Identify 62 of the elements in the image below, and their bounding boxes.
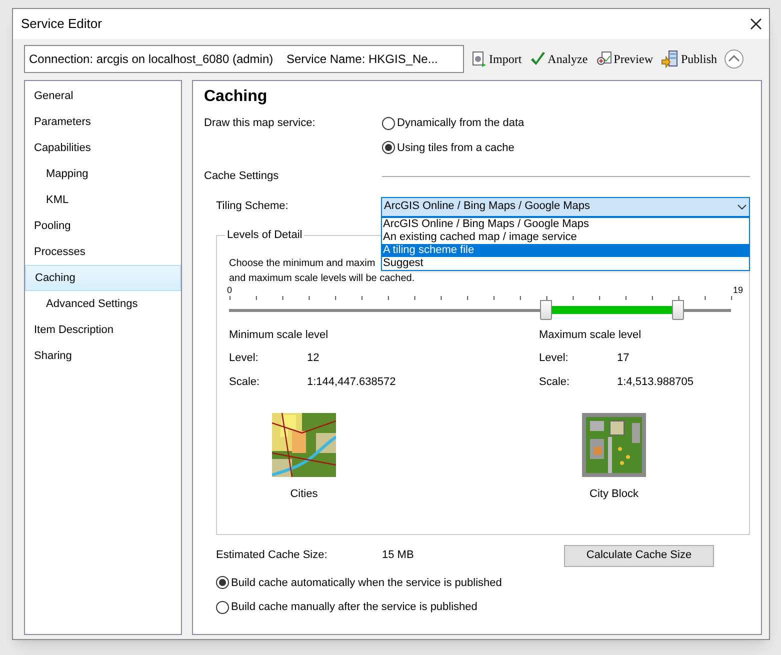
field-label: Scale: (229, 375, 261, 390)
close-icon[interactable] (749, 17, 763, 31)
server-arrow-icon (660, 50, 679, 68)
scale-value: 1:4,513.988705 (617, 375, 694, 390)
page-title: Caching (204, 87, 268, 107)
sidebar-item[interactable]: Sharing (25, 343, 181, 369)
estimate-label: Estimated Cache Size: (216, 548, 328, 564)
group-title: Levels of Detail (225, 228, 304, 242)
dropdown-option[interactable]: An existing cached map / image service (382, 230, 749, 244)
section-label: Cache Settings (204, 169, 280, 184)
chevron-down-icon (737, 204, 747, 210)
picture-caption: City Block (590, 486, 638, 502)
scale-value: 1:144,447.638572 (307, 375, 396, 390)
window-title: Service Editor (21, 15, 102, 34)
checkmark-icon (530, 51, 546, 67)
sidebar-item[interactable]: Processes (25, 239, 181, 265)
dropdown-option[interactable]: A tiling scheme file (382, 244, 749, 256)
picture-caption: Cities (290, 486, 318, 502)
sidebar-item[interactable]: Parameters (25, 109, 181, 135)
field-label: Scale: (539, 375, 571, 390)
sidebar-item[interactable]: Caching (25, 265, 181, 291)
preview-button[interactable]: Preview (594, 50, 654, 68)
tick-label: 19 (732, 284, 743, 296)
analyze-button[interactable]: Analyze (528, 50, 589, 68)
slider-thumb[interactable] (540, 300, 552, 320)
dropdown-option[interactable]: Suggest (382, 256, 749, 270)
field-label: Level: (229, 350, 260, 366)
sidebar-item[interactable]: KML (25, 187, 181, 213)
magnifier-document-icon (596, 51, 612, 67)
sidebar-item[interactable]: General (25, 83, 181, 109)
draw-label: Draw this map service: (204, 116, 316, 131)
import-button[interactable]: Import (470, 50, 523, 68)
dropdown-option[interactable]: ArcGIS Online / Bing Maps / Google Maps (382, 218, 749, 230)
tiling-dropdown[interactable]: ArcGIS Online / Bing Maps / Google Maps (381, 196, 750, 216)
tick-label: 0 (227, 284, 232, 296)
scale-heading: Maximum scale level (539, 328, 642, 342)
connection-field: Connection: arcgis on localhost_6080 (admin) Service Name: HKGIS_Ne... (24, 45, 464, 73)
radio-label: Using tiles from a cache (397, 140, 514, 156)
description-text: Choose the minimum and maxim (229, 256, 376, 270)
description-text: and maximum scale levels will be cached. (229, 272, 415, 284)
publish-button[interactable]: Publish (660, 50, 718, 68)
radio-button[interactable] (216, 576, 229, 590)
radio-button[interactable] (382, 141, 395, 154)
radio-label: Dynamically from the data (397, 116, 524, 131)
sidebar-item[interactable]: Advanced Settings (25, 291, 181, 317)
collapse-icon[interactable] (724, 49, 744, 69)
estimate-value: 15 MB (382, 548, 415, 564)
radio-button[interactable] (216, 600, 229, 614)
field-label: Level: (539, 350, 570, 366)
radio-label: Build cache automatically when the service is published (231, 576, 502, 590)
calculate-button[interactable]: Calculate Cache Size (564, 544, 714, 566)
tiling-label: Tiling Scheme: (215, 199, 290, 214)
sidebar-item[interactable]: Capabilities (25, 135, 181, 161)
radio-button[interactable] (382, 116, 395, 130)
sidebar-item[interactable]: Item Description (25, 317, 181, 343)
level-value: 17 (617, 350, 630, 366)
level-value: 12 (307, 350, 320, 366)
sidebar-item[interactable]: Pooling (25, 213, 181, 239)
slider-thumb[interactable] (672, 300, 684, 320)
scale-heading: Minimum scale level (229, 328, 330, 342)
radio-label: Build cache manually after the service is published (231, 600, 478, 615)
sidebar-item[interactable]: Mapping (25, 161, 181, 187)
